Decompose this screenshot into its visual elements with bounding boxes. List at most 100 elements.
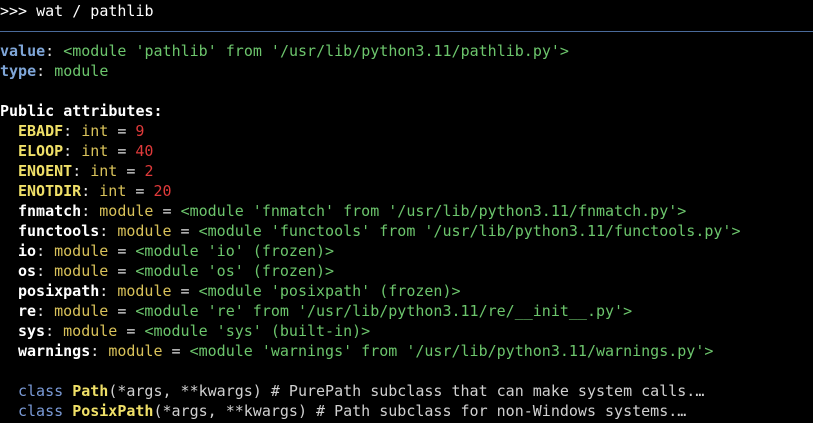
separator-punct: : [36, 262, 55, 280]
attribute-value: <module 're' from '/usr/lib/python3.11/r… [135, 302, 633, 320]
class-row: class Path(*args, **kwargs) # PurePath s… [0, 381, 813, 401]
attribute-value: 20 [153, 182, 172, 200]
attribute-value: 2 [144, 162, 154, 180]
class-keyword: class [18, 382, 64, 400]
attribute-value: <module 'warnings' from '/usr/lib/python… [189, 342, 714, 360]
attribute-name: fnmatch [18, 202, 82, 220]
attribute-type: module [117, 282, 172, 300]
attribute-type: int [90, 162, 118, 180]
attribute-value: 40 [135, 142, 154, 160]
class-name: Path [72, 382, 109, 400]
class-comment: # Path subclass for non-Windows systems.… [307, 402, 687, 420]
class-signature: (*args, **kwargs) [153, 402, 307, 420]
wat-output: value: <module 'pathlib' from '/usr/lib/… [0, 41, 813, 421]
command-text: wat / pathlib [36, 2, 154, 20]
attribute-type: int [81, 122, 109, 140]
attribute-value: <module 'os' (frozen)> [135, 262, 335, 280]
attribute-name: functools [18, 222, 100, 240]
separator-punct: : [81, 182, 100, 200]
attribute-value: <module 'posixpath' (frozen)> [198, 282, 461, 300]
value-line: value: <module 'pathlib' from '/usr/lib/… [0, 42, 569, 60]
attribute-name: os [18, 262, 37, 280]
attribute-type: int [81, 142, 109, 160]
public-attributes-heading: Public attributes: [0, 102, 163, 120]
attribute-type: module [108, 342, 163, 360]
attribute-type: int [99, 182, 127, 200]
attribute-type: module [117, 222, 172, 240]
attribute-row: io: module = <module 'io' (frozen)> [0, 241, 813, 261]
separator-punct: = [126, 182, 154, 200]
separator-punct [63, 402, 72, 420]
attribute-value: <module 'io' (frozen)> [135, 242, 335, 260]
attribute-row: os: module = <module 'os' (frozen)> [0, 261, 813, 281]
separator-punct: : [36, 242, 55, 260]
attribute-type: module [54, 262, 109, 280]
attribute-name: posixpath [18, 282, 100, 300]
separator-punct: : [90, 342, 109, 360]
attribute-name: ELOOP [18, 142, 64, 160]
attribute-row: functools: module = <module 'functools' … [0, 221, 813, 241]
class-name: PosixPath [72, 402, 154, 420]
attribute-value: 9 [135, 122, 145, 140]
attribute-row: sys: module = <module 'sys' (built-in)> [0, 321, 813, 341]
attribute-row: ENOTDIR: int = 20 [0, 181, 813, 201]
classes-list: class Path(*args, **kwargs) # PurePath s… [0, 381, 813, 421]
prompt-symbol: >>> [0, 2, 37, 20]
attribute-name: ENOENT [18, 162, 73, 180]
class-comment: # PurePath subclass that can make system… [261, 382, 705, 400]
attribute-row: ELOOP: int = 40 [0, 141, 813, 161]
attribute-row: EBADF: int = 9 [0, 121, 813, 141]
class-keyword: class [18, 402, 64, 420]
separator-punct: = [117, 162, 145, 180]
attribute-value: <module 'sys' (built-in)> [144, 322, 371, 340]
attributes-list: EBADF: int = 9 ELOOP: int = 40 ENOENT: int… [0, 121, 813, 361]
separator-punct: : [45, 322, 64, 340]
type-label: type [0, 62, 37, 80]
separator-punct: = [108, 142, 136, 160]
class-signature: (*args, **kwargs) [108, 382, 262, 400]
attribute-name: ENOTDIR [18, 182, 82, 200]
attribute-value: <module 'fnmatch' from '/usr/lib/python3… [180, 202, 687, 220]
attribute-row: re: module = <module 're' from '/usr/lib… [0, 301, 813, 321]
attribute-row: fnmatch: module = <module 'fnmatch' from… [0, 201, 813, 221]
value-label: value [0, 42, 46, 60]
attribute-name: io [18, 242, 37, 260]
separator-punct: = [108, 242, 136, 260]
attribute-row: ENOENT: int = 2 [0, 161, 813, 181]
separator-punct: : [36, 302, 55, 320]
attribute-row: posixpath: module = <module 'posixpath' … [0, 281, 813, 301]
separator-punct: : [72, 162, 91, 180]
type-text: module [54, 62, 109, 80]
separator-punct: = [171, 282, 199, 300]
attribute-value: <module 'functools' from '/usr/lib/pytho… [198, 222, 741, 240]
separator-punct: = [108, 122, 136, 140]
separator-punct: : [99, 222, 118, 240]
attribute-type: module [54, 302, 109, 320]
attribute-row: warnings: module = <module 'warnings' fr… [0, 341, 813, 361]
attribute-name: sys [18, 322, 46, 340]
value-text: <module 'pathlib' from '/usr/lib/python3… [63, 42, 569, 60]
attribute-type: module [99, 202, 154, 220]
separator-punct: = [153, 202, 181, 220]
attribute-name: EBADF [18, 122, 64, 140]
separator-punct: = [171, 222, 199, 240]
separator-punct: : [81, 202, 100, 220]
separator-punct [63, 382, 72, 400]
class-row: class PosixPath(*args, **kwargs) # Path … [0, 401, 813, 421]
type-line: type: module [0, 62, 109, 80]
separator-line [0, 31, 813, 32]
attribute-name: re [18, 302, 37, 320]
separator-punct: : [63, 122, 82, 140]
attribute-name: warnings [18, 342, 91, 360]
attribute-type: module [63, 322, 118, 340]
separator-punct: = [162, 342, 190, 360]
separator-punct: = [108, 262, 136, 280]
separator-punct: : [63, 142, 82, 160]
separator-punct: : [99, 282, 118, 300]
attribute-type: module [54, 242, 109, 260]
separator-punct: = [108, 302, 136, 320]
separator-punct: = [117, 322, 145, 340]
prompt-line[interactable]: >>> wat / pathlib [0, 1, 154, 21]
